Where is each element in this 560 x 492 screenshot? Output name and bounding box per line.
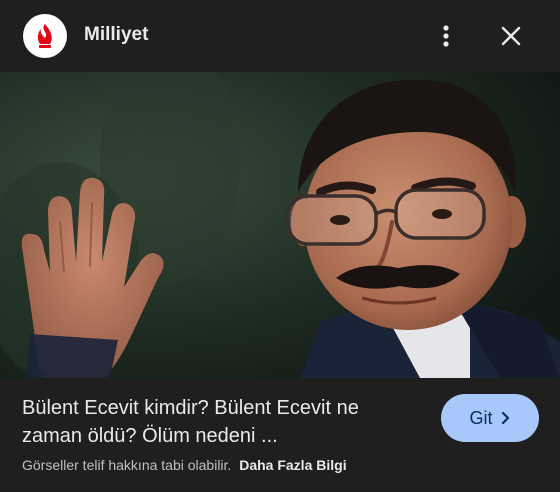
more-vert-icon bbox=[443, 25, 449, 47]
visit-button[interactable]: Git bbox=[441, 394, 539, 442]
copyright-notice: Görseller telif hakkına tabi olabilir. bbox=[22, 457, 232, 473]
viewer-header: Milliyet bbox=[0, 0, 560, 72]
source-name[interactable]: Milliyet bbox=[84, 24, 148, 46]
copyright-notice-row: Görseller telif hakkına tabi olabilir. D… bbox=[22, 457, 347, 473]
more-options-button[interactable] bbox=[428, 20, 464, 52]
close-button[interactable] bbox=[494, 20, 528, 52]
milliyet-flame-logo-icon bbox=[37, 24, 52, 48]
chevron-right-icon bbox=[501, 411, 509, 425]
result-title[interactable]: Bülent Ecevit kimdir? Bülent Ecevit ne z… bbox=[22, 394, 422, 450]
more-info-link[interactable]: Daha Fazla Bilgi bbox=[239, 457, 346, 473]
source-logo[interactable] bbox=[23, 14, 67, 58]
visit-label: Git bbox=[469, 407, 493, 428]
close-icon bbox=[501, 26, 521, 46]
result-info-panel: Bülent Ecevit kimdir? Bülent Ecevit ne z… bbox=[0, 378, 560, 492]
portrait-illustration bbox=[0, 72, 560, 378]
result-image[interactable] bbox=[0, 72, 560, 378]
